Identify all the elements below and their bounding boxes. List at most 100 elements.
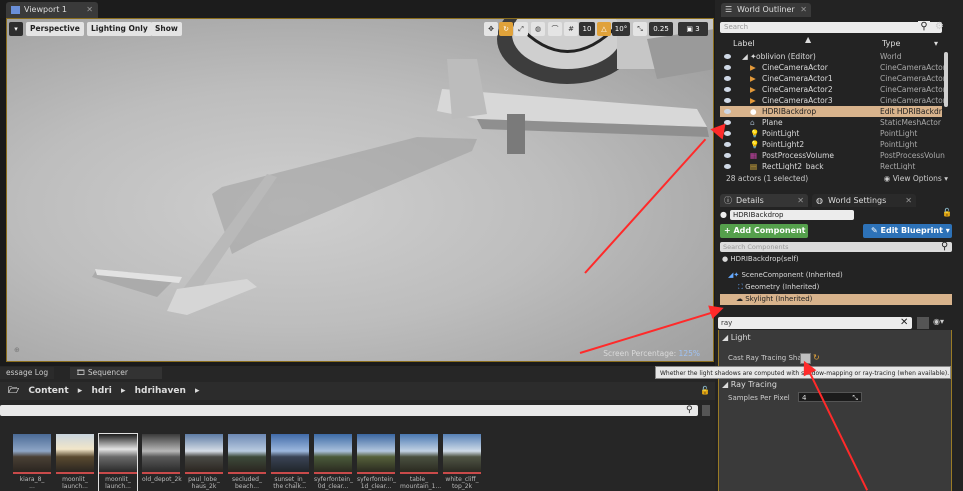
visibility-icon[interactable] — [724, 65, 731, 70]
edit-blueprint-link[interactable]: Edit HDRIBackdr — [880, 106, 942, 117]
scale-snap-icon[interactable]: ⤡ — [633, 22, 647, 36]
rotation-snap-value[interactable]: 10° — [612, 22, 630, 36]
visibility-icon[interactable] — [724, 153, 731, 158]
grid-snap-icon[interactable]: # — [564, 22, 578, 36]
breadcrumb-hdri[interactable]: hdri — [91, 386, 111, 396]
settings-icon[interactable]: ⚙ — [935, 21, 944, 32]
visibility-icon[interactable] — [724, 76, 731, 81]
property-matrix-icon[interactable] — [917, 317, 929, 329]
component-row[interactable]: ● HDRIBackdrop(self) — [720, 254, 952, 265]
edit-blueprint-button[interactable]: ✎ Edit Blueprint ▾ — [863, 224, 952, 238]
outliner-scrollbar[interactable] — [944, 52, 948, 107]
close-icon[interactable]: ✕ — [86, 2, 93, 18]
component-search-input[interactable]: Search Components — [720, 242, 952, 252]
outliner-row[interactable]: ◢ ✦ oblivion (Editor) World — [720, 51, 942, 62]
asset-tile[interactable]: syferfontein_ 1d_clear... — [357, 434, 396, 491]
row-type: CineCameraActor — [880, 85, 946, 94]
visibility-icon[interactable] — [724, 142, 731, 147]
outliner-row[interactable]: ▤ RectLight2_back RectLight — [720, 161, 942, 170]
show-button[interactable]: Show — [151, 22, 182, 36]
rotate-icon[interactable]: ↻ — [499, 22, 513, 36]
outliner-row-selected[interactable]: ● HDRIBackdrop Edit HDRIBackdr — [720, 106, 942, 117]
details-filter-input[interactable]: ray — [718, 317, 912, 329]
visibility-icon[interactable] — [724, 164, 731, 169]
asset-thumbnail — [400, 434, 438, 472]
translate-icon[interactable]: ✥ — [484, 22, 498, 36]
section-ray-tracing[interactable]: ◢ Ray Tracing — [722, 380, 777, 389]
asset-tile[interactable]: syferfontein_ 0d_clear... — [314, 434, 353, 491]
viewport[interactable] — [6, 18, 714, 362]
asset-tile[interactable]: table_ mountain_1... — [400, 434, 441, 491]
breadcrumb-hdrihaven[interactable]: hdrihaven — [135, 386, 186, 396]
filter-icon[interactable] — [702, 405, 710, 416]
outliner-row[interactable]: ▶ CineCameraActor3 CineCameraActor — [720, 95, 946, 106]
component-row-selected[interactable]: ☁ Skylight (Inherited) — [720, 294, 952, 305]
actor-name-field[interactable]: HDRIBackdrop — [730, 210, 854, 220]
grid-snap-value[interactable]: 10 — [579, 22, 595, 36]
outliner-row[interactable]: ▶ CineCameraActor CineCameraActor — [720, 62, 946, 73]
outliner-row[interactable]: ▶ CineCameraActor1 CineCameraActor — [720, 73, 946, 84]
close-icon[interactable]: ✕ — [800, 3, 807, 17]
chevron-down-icon[interactable]: ▾ — [934, 39, 938, 48]
surface-snap-icon[interactable]: ⌒ — [548, 22, 562, 36]
clear-search-icon[interactable]: ✕ — [900, 317, 908, 328]
close-icon[interactable]: ✕ — [797, 194, 804, 207]
outliner-row[interactable]: 💡 PointLight2 PointLight — [720, 139, 942, 150]
tab-sequencer[interactable]: 🎞 Sequencer — [70, 367, 162, 379]
lock-icon[interactable]: 🔓 — [700, 386, 710, 395]
breadcrumb-content[interactable]: Content — [28, 386, 68, 396]
asset-tile[interactable]: sunset_in_ the chalk... — [271, 434, 309, 491]
eye-icon[interactable]: ◉▾ — [933, 317, 944, 326]
component-row[interactable]: ⛶ Geometry (Inherited) — [720, 282, 952, 293]
asset-tile[interactable]: moonlit_ launch... — [98, 433, 138, 491]
row-type: CineCameraActor — [880, 63, 946, 72]
world-space-icon[interactable]: ◍ — [531, 22, 545, 36]
visibility-icon[interactable] — [724, 98, 731, 103]
scale-snap-value[interactable]: 0.25 — [649, 22, 673, 36]
perspective-button[interactable]: Perspective — [26, 22, 84, 36]
search-icon[interactable]: ⚲ — [941, 241, 948, 252]
visibility-icon[interactable] — [724, 109, 731, 114]
scale-icon[interactable]: ⤢ — [514, 22, 528, 36]
close-icon[interactable]: ✕ — [905, 194, 912, 207]
asset-thumbnail — [56, 434, 94, 472]
tab-world-outliner[interactable]: ☰ World Outliner ✕ — [721, 3, 811, 17]
add-component-button[interactable]: + Add Component ▾ — [720, 224, 808, 249]
asset-tile[interactable]: secluded_ beach... — [228, 434, 266, 491]
visibility-icon[interactable] — [724, 54, 731, 59]
outliner-search-input[interactable]: Search — [720, 22, 942, 33]
section-light[interactable]: ◢ Light — [722, 333, 751, 342]
view-options-button[interactable]: ◉ View Options ▾ — [884, 172, 948, 186]
visibility-icon[interactable] — [724, 87, 731, 92]
lighting-only-button[interactable]: Lighting Only — [87, 22, 152, 36]
tab-viewport[interactable]: Viewport 1 ✕ — [6, 2, 98, 18]
asset-tile[interactable]: kiara_8_... — [13, 434, 51, 491]
outliner-row[interactable]: 💡 PointLight PointLight — [720, 128, 942, 139]
viewport-icon — [11, 6, 20, 14]
asset-tile[interactable]: old_depot_2k — [142, 434, 182, 491]
samples-per-pixel-input[interactable]: 4 ⤡ — [798, 392, 862, 402]
camera-speed-button[interactable]: ▣ 3 — [678, 22, 708, 36]
asset-tile[interactable]: white_cliff_ top_2k — [443, 434, 481, 491]
tab-world-settings[interactable]: ◍ World Settings ✕ — [812, 194, 916, 207]
outliner-row[interactable]: ⌂ Plane StaticMeshActor — [720, 117, 942, 128]
outliner-row[interactable]: ▶ CineCameraActor2 CineCameraActor — [720, 84, 946, 95]
column-label[interactable]: Label — [733, 39, 755, 48]
rotation-snap-icon[interactable]: △ — [597, 22, 611, 36]
asset-tile[interactable]: paul_lobe_ haus_2k — [185, 434, 223, 491]
search-icon[interactable]: ⚲ — [918, 21, 930, 32]
column-type[interactable]: Type — [882, 39, 900, 48]
asset-tile[interactable]: moonlit_ launch... — [56, 434, 94, 491]
outliner-row[interactable]: ▦ PostProcessVolume PostProcessVolun — [720, 150, 945, 161]
asset-search-input[interactable] — [0, 405, 698, 416]
asset-grid: kiara_8_... moonlit_ launch... moonlit_ la… — [0, 433, 715, 491]
sort-icon[interactable]: ▲ — [805, 35, 811, 44]
search-icon[interactable]: ⚲ — [686, 405, 693, 415]
component-row[interactable]: ◢✦ SceneComponent (Inherited) — [720, 270, 952, 281]
tab-message-log[interactable]: essage Log — [0, 367, 55, 379]
edit-blueprint-label: Edit Blueprint — [880, 226, 943, 235]
tab-details[interactable]: ⓘ Details ✕ — [720, 194, 808, 207]
reset-to-default-icon[interactable]: ↻ — [813, 353, 820, 362]
viewport-menu-icon[interactable]: ▾ — [9, 22, 23, 36]
lock-icon[interactable]: 🔓 — [942, 208, 952, 217]
